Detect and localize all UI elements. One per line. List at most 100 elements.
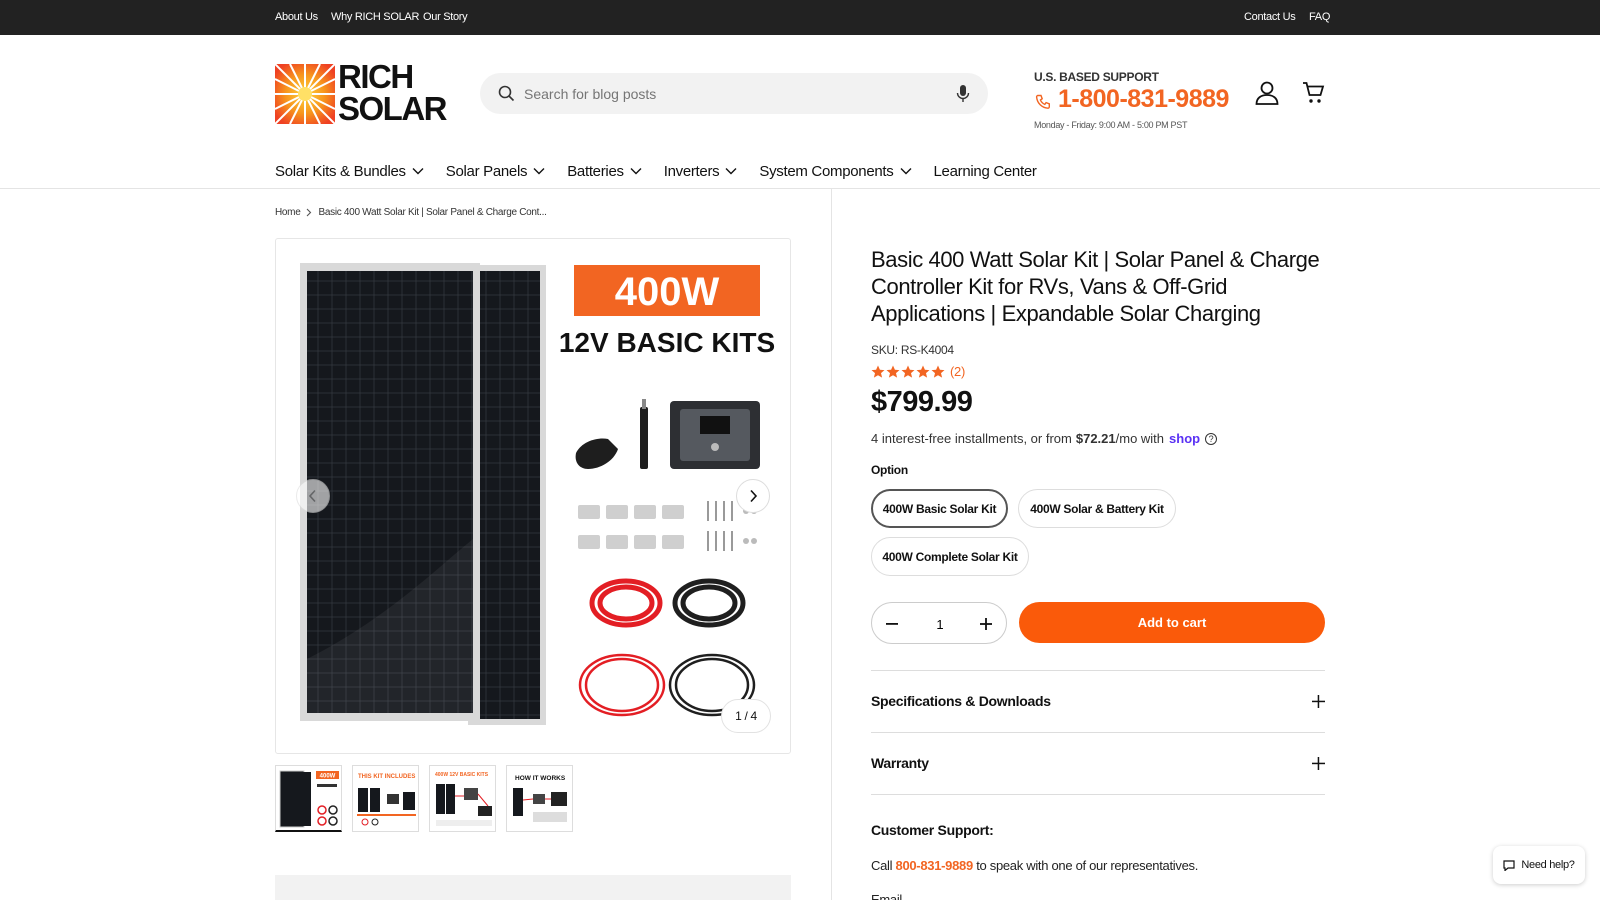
nav-label: System Components (759, 162, 894, 180)
help-question-icon[interactable]: ? (1205, 432, 1218, 445)
microphone-icon[interactable] (956, 84, 970, 108)
shop-pay-logo: shop (1169, 431, 1201, 446)
gallery-next-button[interactable] (736, 479, 770, 513)
customer-support-title: Customer Support: (871, 822, 994, 838)
thumbnail-image: THIS KIT INCLUDES (357, 774, 416, 826)
nav-learning-center[interactable]: Learning Center (934, 158, 1037, 184)
contact-us-link[interactable]: Contact Us (1244, 11, 1296, 23)
chevron-right-icon (307, 208, 312, 217)
review-count[interactable]: (2) (950, 364, 965, 379)
installments-suffix: /mo with (1115, 431, 1165, 446)
nav-solar-panels[interactable]: Solar Panels (446, 158, 545, 184)
phone-icon (1035, 94, 1051, 115)
thumbnail-image: HOW IT WORKS (513, 775, 567, 822)
plus-icon (980, 618, 992, 630)
top-bar: About Us Why RICH SOLAR Our Story Contac… (0, 0, 1600, 35)
customer-support-email: Email (871, 892, 903, 900)
search-bar (480, 73, 988, 114)
about-us-link[interactable]: About Us (275, 11, 318, 23)
breadcrumb: Home Basic 400 Watt Solar Kit | Solar Pa… (275, 207, 547, 218)
thumbnail-caption: 400W (320, 774, 336, 780)
thumbnail-3[interactable]: 400W 12V BASIC KITS (429, 765, 496, 832)
rating-stars[interactable]: (2) (871, 364, 965, 379)
thumbnail-image: 400W (279, 770, 339, 828)
option-battery-kit[interactable]: 400W Solar & Battery Kit (1018, 489, 1176, 528)
accordion-specifications[interactable]: Specifications & Downloads (871, 671, 1325, 731)
nav-label: Batteries (567, 162, 624, 180)
support-phone-link[interactable]: 800-831-9889 (896, 858, 974, 873)
chevron-down-icon (900, 168, 911, 175)
nav-label: Inverters (663, 162, 720, 180)
thumbnail-2[interactable]: THIS KIT INCLUDES (352, 765, 419, 832)
accordion-divider (871, 794, 1325, 795)
quantity-increase-button[interactable] (976, 614, 996, 634)
call-suffix: to speak with one of our representatives… (976, 858, 1199, 873)
search-icon[interactable] (498, 85, 515, 107)
nav-batteries[interactable]: Batteries (567, 158, 642, 184)
thumbnail-4[interactable]: HOW IT WORKS (506, 765, 573, 832)
chevron-down-icon (412, 168, 424, 175)
plus-icon (1312, 756, 1325, 770)
chevron-down-icon (725, 168, 737, 175)
solar-kit-image: 400W 12V BASIC KITS (300, 263, 775, 725)
thumbnail-caption: THIS KIT INCLUDES (358, 774, 415, 780)
breadcrumb-home-link[interactable]: Home (275, 207, 301, 218)
installments-amount: $72.21 (1075, 431, 1116, 446)
thumbnail-strip: 400W THIS KIT INCLUDES 400W 12V BASIC KI… (275, 765, 583, 832)
main-nav: Solar Kits & Bundles Solar Panels Batter… (275, 158, 1059, 184)
star-icons (871, 365, 945, 378)
support-phone-link[interactable]: 1-800-831-9889 (1058, 85, 1229, 114)
our-story-link[interactable]: Our Story (423, 11, 468, 23)
add-to-cart-button[interactable]: Add to cart (1019, 602, 1325, 643)
cart-icon[interactable] (1302, 81, 1326, 110)
minus-icon (886, 623, 898, 625)
thumbnail-image: 400W 12V BASIC KITS (435, 772, 492, 826)
chevron-left-icon (308, 489, 316, 503)
product-title: Basic 400 Watt Solar Kit | Solar Panel &… (871, 247, 1320, 326)
nav-label: Learning Center (933, 162, 1037, 180)
logo-text-rich: RICH (338, 58, 414, 95)
need-help-chat-button[interactable]: Need help? (1493, 846, 1585, 884)
call-prefix: Call (871, 858, 893, 873)
accordion-title: Specifications & Downloads (871, 693, 1051, 709)
chevron-down-icon (630, 168, 642, 175)
quantity-stepper (871, 602, 1007, 644)
product-image-main[interactable]: 400W 12V BASIC KITS (275, 238, 791, 754)
option-basic-kit[interactable]: 400W Basic Solar Kit (871, 489, 1008, 528)
quantity-decrease-button[interactable] (882, 614, 902, 634)
gallery-counter: 1 / 4 (721, 699, 771, 733)
chevron-down-icon (533, 168, 545, 175)
search-input[interactable] (524, 81, 924, 106)
chevron-right-icon (750, 489, 758, 503)
quantity-input[interactable] (912, 613, 968, 635)
option-complete-kit[interactable]: 400W Complete Solar Kit (871, 537, 1029, 576)
accordion-title: Warranty (871, 755, 929, 771)
product-price: $799.99 (871, 386, 973, 418)
breadcrumb-current: Basic 400 Watt Solar Kit | Solar Panel &… (318, 207, 547, 218)
why-rich-solar-link[interactable]: Why RICH SOLAR (331, 11, 419, 23)
plus-icon (1312, 694, 1325, 708)
chat-bubble-icon (1503, 859, 1515, 871)
thumbnail-1[interactable]: 400W (275, 765, 342, 832)
gallery-prev-button[interactable] (296, 479, 330, 513)
nav-label: Solar Kits & Bundles (275, 162, 406, 180)
installments-text: 4 interest-free installments, or from (871, 431, 1072, 446)
installments-info: 4 interest-free installments, or from $7… (871, 431, 1218, 446)
column-divider (831, 189, 832, 900)
section-placeholder (275, 875, 791, 900)
kit-headline: 12V BASIC KITS (559, 327, 775, 358)
faq-link[interactable]: FAQ (1309, 11, 1330, 23)
nav-inverters[interactable]: Inverters (664, 158, 738, 184)
nav-solar-kits[interactable]: Solar Kits & Bundles (275, 158, 424, 184)
support-title: U.S. BASED SUPPORT (1034, 70, 1159, 84)
option-label: Option (871, 463, 908, 477)
rich-solar-logo[interactable]: RICH SOLAR (274, 58, 448, 126)
thumbnail-caption: HOW IT WORKS (515, 775, 566, 782)
need-help-label: Need help? (1521, 859, 1575, 871)
nav-system-components[interactable]: System Components (759, 158, 911, 184)
account-icon[interactable] (1254, 80, 1280, 111)
support-hours: Monday - Friday: 9:00 AM - 5:00 PM PST (1034, 120, 1188, 130)
thumbnail-caption: 400W 12V BASIC KITS (435, 772, 489, 778)
badge-text: 400W (615, 270, 720, 314)
accordion-warranty[interactable]: Warranty (871, 733, 1325, 793)
